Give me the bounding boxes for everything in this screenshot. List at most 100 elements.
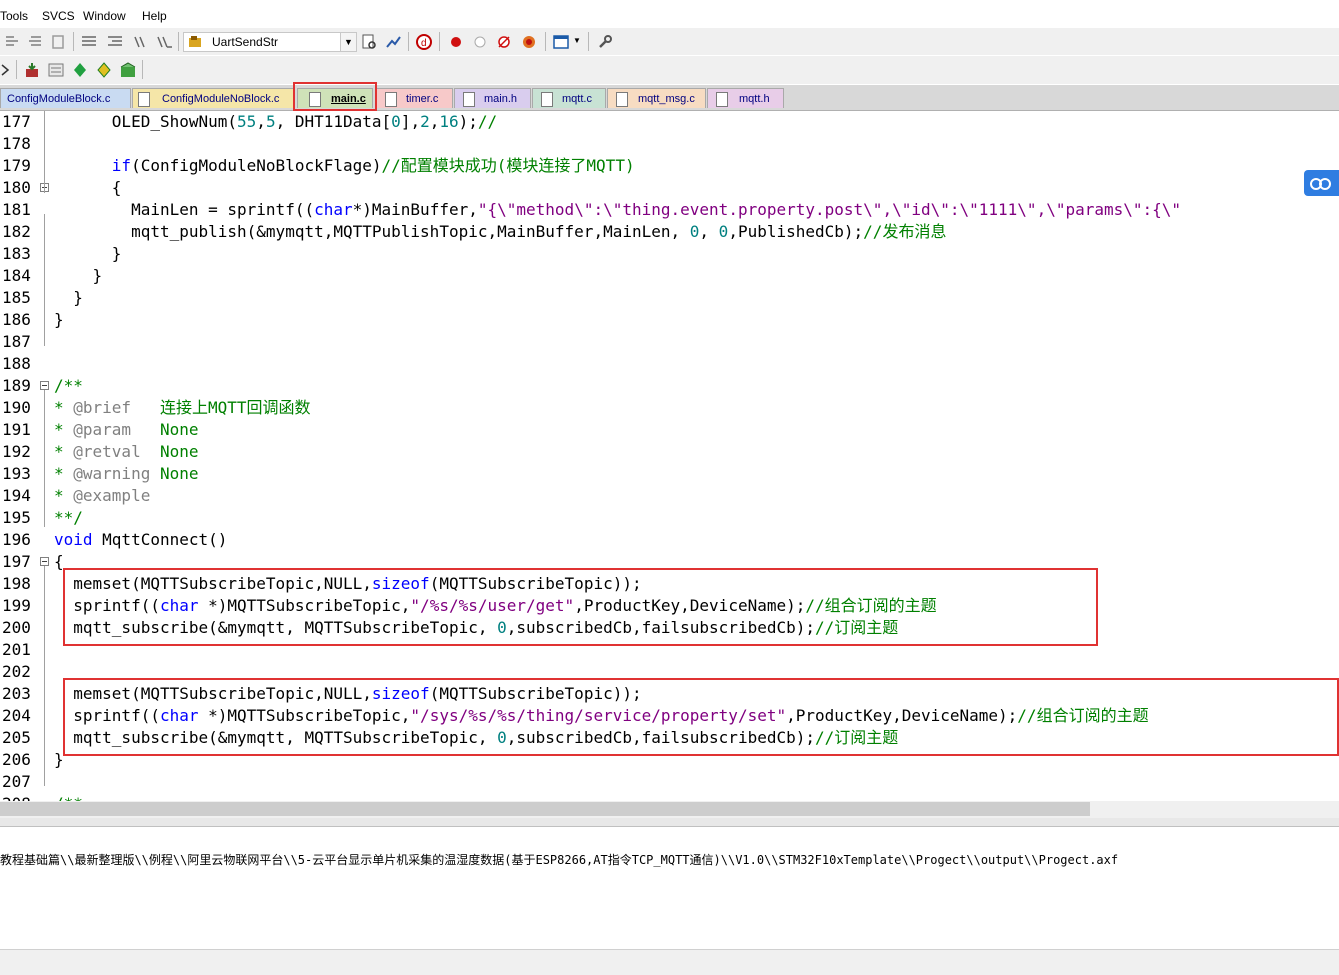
uncomment-icon[interactable] bbox=[106, 33, 124, 51]
cloud-sync-badge[interactable] bbox=[1304, 170, 1339, 196]
code-text: void MqttConnect() bbox=[54, 529, 227, 551]
status-bar bbox=[0, 949, 1339, 975]
menu-tools[interactable]: Tools bbox=[0, 9, 28, 23]
code-line[interactable]: 185 } bbox=[0, 287, 1339, 309]
code-line[interactable]: 184 } bbox=[0, 265, 1339, 287]
scrollbar-thumb[interactable] bbox=[0, 802, 1090, 816]
select-packs-icon[interactable] bbox=[95, 61, 113, 79]
code-line[interactable]: 178 bbox=[0, 133, 1339, 155]
line-number: 194 bbox=[2, 486, 31, 505]
find-combo[interactable]: UartSendStr ▼ bbox=[183, 32, 357, 52]
code-token: None bbox=[140, 442, 199, 461]
code-text: } bbox=[54, 265, 103, 287]
fold-toggle-icon[interactable] bbox=[40, 381, 49, 390]
tab-configmodulenoblock-c[interactable]: ConfigModuleNoBlock.c bbox=[132, 88, 294, 108]
code-line[interactable]: 189 /** bbox=[0, 375, 1339, 397]
code-line[interactable]: 182 mqtt_publish(&mymqtt,MQTTPublishTopi… bbox=[0, 221, 1339, 243]
tab-label: main.h bbox=[484, 93, 518, 105]
line-number: 195 bbox=[2, 508, 31, 527]
line-number: 190 bbox=[2, 398, 31, 417]
chevron-down-icon[interactable]: ▼ bbox=[340, 33, 356, 51]
code-token: { bbox=[54, 178, 122, 197]
disable-breakpoints-icon[interactable] bbox=[495, 33, 513, 51]
menu-svcs[interactable]: SVCS bbox=[42, 9, 75, 23]
code-line[interactable]: 181 MainLen = sprintf((char*)MainBuffer,… bbox=[0, 199, 1339, 221]
tab-mqtt-c[interactable]: mqtt.c bbox=[532, 88, 606, 108]
code-line[interactable]: 191 * @param None bbox=[0, 419, 1339, 441]
code-line[interactable]: 195 **/ bbox=[0, 507, 1339, 529]
code-text: /** bbox=[54, 793, 83, 801]
code-line[interactable]: 187 bbox=[0, 331, 1339, 353]
code-token: OLED_ShowNum( bbox=[54, 112, 238, 131]
code-line[interactable]: 186} bbox=[0, 309, 1339, 331]
chevron-down-icon[interactable]: ▼ bbox=[573, 36, 581, 45]
line-number: 178 bbox=[2, 134, 31, 153]
code-line[interactable]: 208 /** bbox=[0, 793, 1339, 801]
comment-icon[interactable] bbox=[80, 33, 98, 51]
menu-window[interactable]: Window bbox=[83, 9, 126, 23]
comment-selection-icon[interactable] bbox=[131, 33, 149, 51]
enable-breakpoint-icon[interactable] bbox=[471, 33, 489, 51]
code-token: None bbox=[131, 420, 199, 439]
line-number: 200 bbox=[2, 618, 31, 637]
load-icon[interactable] bbox=[23, 61, 41, 79]
kill-breakpoints-icon[interactable] bbox=[520, 33, 538, 51]
tab-label: ConfigModuleBlock.c bbox=[7, 93, 111, 105]
options-icon[interactable] bbox=[47, 61, 65, 79]
tab-mqtt-h[interactable]: mqtt.h bbox=[707, 88, 784, 108]
code-line[interactable]: 177 OLED_ShowNum(55,5, DHT11Data[0],2,16… bbox=[0, 111, 1339, 133]
code-line[interactable]: 179 if(ConfigModuleNoBlockFlage)//配置模块成功… bbox=[0, 155, 1339, 177]
code-line[interactable]: 192 * @retval None bbox=[0, 441, 1339, 463]
line-number: 189 bbox=[2, 376, 31, 395]
uncomment-selection-icon[interactable] bbox=[155, 33, 173, 51]
line-number: 182 bbox=[2, 222, 31, 241]
code-token: //发布消息 bbox=[863, 222, 947, 241]
line-number: 205 bbox=[2, 728, 31, 747]
unindent-icon[interactable] bbox=[26, 33, 44, 51]
code-token: ], bbox=[400, 112, 421, 131]
code-line[interactable]: 190 * @brief 连接上MQTT回调函数 bbox=[0, 397, 1339, 419]
code-line[interactable]: 207 bbox=[0, 771, 1339, 793]
code-line[interactable]: 193 * @warning None bbox=[0, 463, 1339, 485]
code-editor[interactable]: 177 OLED_ShowNum(55,5, DHT11Data[0],2,16… bbox=[0, 111, 1339, 801]
code-line[interactable]: 180 { bbox=[0, 177, 1339, 199]
window-layout-icon[interactable] bbox=[552, 33, 570, 51]
code-token: } bbox=[54, 244, 122, 263]
code-token: 55 bbox=[237, 112, 257, 131]
code-line[interactable]: 183 } bbox=[0, 243, 1339, 265]
code-text: if(ConfigModuleNoBlockFlage)//配置模块成功(模块连… bbox=[54, 155, 635, 177]
tab-main-h[interactable]: main.h bbox=[454, 88, 531, 108]
code-token: * bbox=[54, 442, 74, 461]
tab-timer-c[interactable]: timer.c bbox=[376, 88, 453, 108]
code-token: 0 bbox=[718, 222, 729, 241]
bookmark-icon[interactable] bbox=[49, 33, 67, 51]
pack-installer-icon[interactable] bbox=[119, 61, 137, 79]
wrench-icon[interactable] bbox=[596, 33, 614, 51]
line-number: 203 bbox=[2, 684, 31, 703]
code-token: * bbox=[54, 398, 74, 417]
code-line[interactable]: 196 void MqttConnect() bbox=[0, 529, 1339, 551]
horizontal-scrollbar[interactable] bbox=[0, 801, 1339, 818]
debug-session-icon[interactable]: d bbox=[415, 33, 433, 51]
code-token: } bbox=[54, 310, 64, 329]
manage-components-icon[interactable] bbox=[71, 61, 89, 79]
tab-mqtt-msg-c[interactable]: mqtt_msg.c bbox=[607, 88, 706, 108]
line-number: 188 bbox=[2, 354, 31, 373]
code-token: None bbox=[150, 464, 199, 483]
tab-configmoduleblock-c[interactable]: ConfigModuleBlock.c bbox=[0, 88, 131, 108]
code-token: 2 bbox=[420, 112, 430, 131]
find-in-files-icon[interactable] bbox=[360, 33, 378, 51]
menu-help[interactable]: Help bbox=[142, 9, 167, 23]
panel-splitter[interactable] bbox=[0, 818, 1339, 827]
breakpoint-icon[interactable] bbox=[447, 33, 465, 51]
code-token: "{\"method\":\"thing.event.property.post… bbox=[477, 200, 1182, 219]
code-line[interactable]: 188 bbox=[0, 353, 1339, 375]
code-line[interactable]: 194 * @example bbox=[0, 485, 1339, 507]
fold-toggle-icon[interactable] bbox=[40, 557, 49, 566]
incremental-find-icon[interactable] bbox=[384, 33, 402, 51]
code-token: @warning bbox=[73, 464, 151, 483]
indent-icon[interactable] bbox=[3, 33, 21, 51]
code-token: /** bbox=[54, 794, 83, 801]
code-token: @retval bbox=[73, 442, 141, 461]
